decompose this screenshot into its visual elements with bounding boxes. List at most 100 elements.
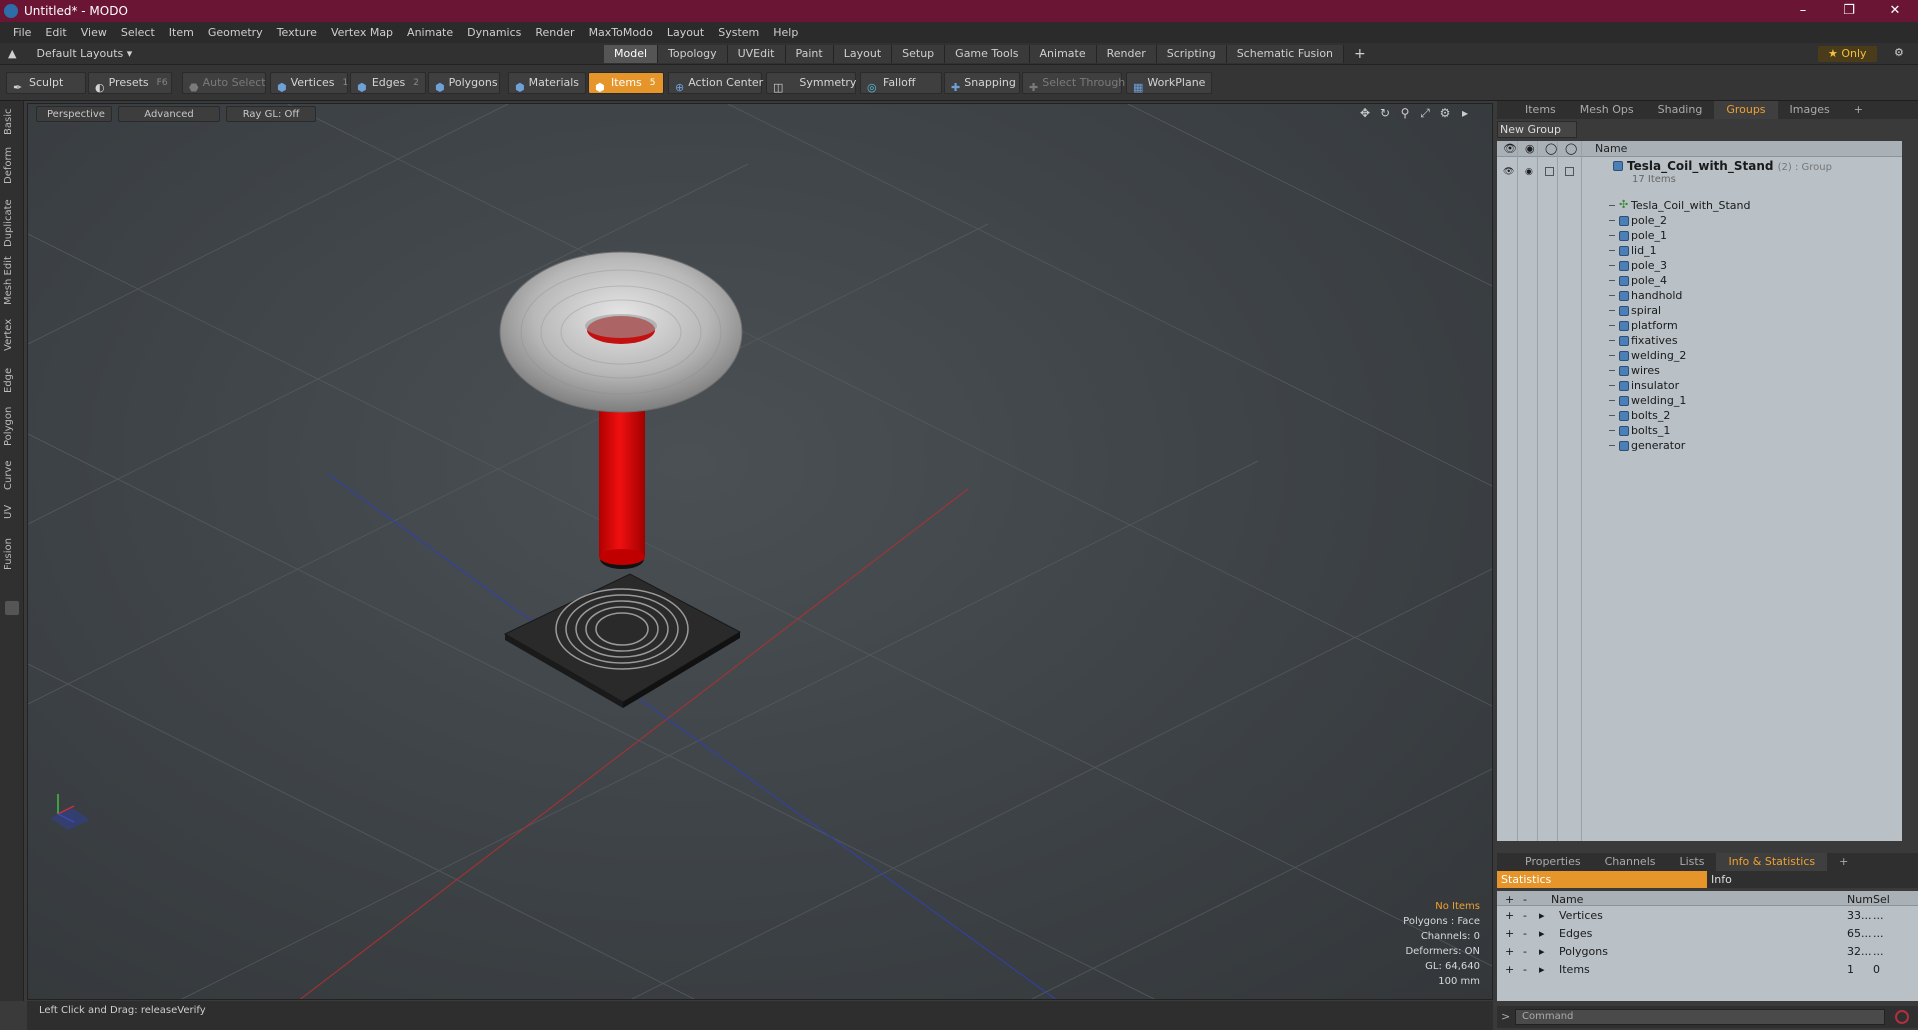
auto-select-button[interactable]: ⬣ Auto Select (182, 72, 266, 94)
stats-row-edges[interactable]: + - ▸ Edges 65... ... (1497, 925, 1918, 943)
new-group-button[interactable]: New Group (1497, 121, 1577, 138)
menu-texture[interactable]: Texture (270, 26, 324, 39)
expand-arrow-icon[interactable]: ▸ (1539, 963, 1545, 976)
lefttab-deform[interactable]: Deform (3, 145, 21, 185)
fit-icon[interactable]: ⤢ (1418, 106, 1432, 120)
menu-edit[interactable]: Edit (38, 26, 73, 39)
tab-items[interactable]: Items (1513, 101, 1568, 119)
group-visibility-icon[interactable]: 👁 (1503, 167, 1514, 177)
add-panel-tab-icon[interactable]: + (1842, 101, 1875, 119)
tab-topology[interactable]: Topology (658, 45, 728, 63)
minimize-icon[interactable]: – (1780, 0, 1826, 22)
select-through-button[interactable]: ✚ Select Through (1022, 72, 1125, 94)
expand-arrow-icon[interactable]: ▸ (1539, 945, 1545, 958)
lefttab-edge[interactable]: Edge (3, 363, 21, 397)
lefttab-duplicate[interactable]: Duplicate (3, 197, 21, 249)
symmetry-button[interactable]: ◫ Symmetry (766, 72, 856, 94)
tab-layout[interactable]: Layout (833, 45, 893, 63)
menu-vertex-map[interactable]: Vertex Map (324, 26, 400, 39)
lefttab-toggle-button[interactable] (5, 601, 19, 615)
expand-arrow-icon[interactable]: ▸ (1539, 927, 1545, 940)
group-render-icon[interactable]: ◉ (1525, 167, 1533, 177)
tab-game-tools[interactable]: Game Tools (945, 45, 1030, 63)
lefttab-vertex[interactable]: Vertex (3, 315, 21, 355)
tab-images[interactable]: Images (1778, 101, 1842, 119)
presets-button[interactable]: ◐ Presets F6 (88, 72, 172, 94)
add-bottom-tab-icon[interactable]: + (1827, 853, 1860, 871)
only-toggle[interactable]: ★ Only (1818, 46, 1877, 62)
edges-button[interactable]: ⬢ Edges 2 (350, 72, 426, 94)
rotate-icon[interactable]: ↻ (1378, 106, 1392, 120)
layout-selector[interactable]: ▲ Default Layouts ▾ (8, 46, 132, 62)
tab-groups[interactable]: Groups (1714, 101, 1778, 119)
menu-system[interactable]: System (711, 26, 766, 39)
lefttab-mesh-edit[interactable]: Mesh Edit (3, 255, 21, 307)
viewport-settings-icon[interactable]: ⚙ (1438, 106, 1452, 120)
tab-channels[interactable]: Channels (1593, 853, 1668, 871)
tree-col-name[interactable]: Name (1595, 142, 1627, 155)
menu-geometry[interactable]: Geometry (201, 26, 270, 39)
stats-row-items[interactable]: + - ▸ Items 1 0 (1497, 961, 1918, 979)
viewport-shading-dropdown[interactable]: Advanced (118, 106, 220, 122)
polygons-button[interactable]: ⬢ Polygons (428, 72, 500, 94)
menu-dynamics[interactable]: Dynamics (460, 26, 528, 39)
pan-icon[interactable]: ✥ (1358, 106, 1372, 120)
tab-uvedit[interactable]: UVEdit (727, 45, 786, 63)
workplane-button[interactable]: ▦ WorkPlane (1126, 72, 1212, 94)
menu-layout[interactable]: Layout (660, 26, 711, 39)
tab-mesh-ops[interactable]: Mesh Ops (1568, 101, 1646, 119)
menu-item[interactable]: Item (162, 26, 201, 39)
menu-render[interactable]: Render (528, 26, 581, 39)
group-lock-icon[interactable] (1545, 167, 1554, 176)
group-select-icon[interactable] (1565, 167, 1574, 176)
tab-paint[interactable]: Paint (785, 45, 834, 63)
viewport-raygl-toggle[interactable]: Ray GL: Off (226, 106, 316, 122)
snapping-button[interactable]: ✚ Snapping (944, 72, 1020, 94)
stats-row-polygons[interactable]: + - ▸ Polygons 32... ... (1497, 943, 1918, 961)
action-center-button[interactable]: ⊕ Action Center (668, 72, 763, 94)
menu-maxtomodo[interactable]: MaxToModo (582, 26, 660, 39)
command-record-icon[interactable] (1895, 1010, 1909, 1024)
statistics-tab[interactable]: Statistics (1497, 871, 1707, 888)
tab-schematic-fusion[interactable]: Schematic Fusion (1226, 45, 1345, 63)
vertices-button[interactable]: ⬢ Vertices 1 (270, 72, 348, 94)
tab-lists[interactable]: Lists (1668, 853, 1717, 871)
menu-help[interactable]: Help (766, 26, 805, 39)
menu-select[interactable]: Select (114, 26, 162, 39)
viewport-view-dropdown[interactable]: Perspective (36, 106, 112, 122)
lefttab-uv[interactable]: UV (3, 501, 21, 523)
tab-model[interactable]: Model (604, 45, 659, 63)
tree-item-row[interactable]: generator (1497, 437, 1902, 455)
lefttab-polygon[interactable]: Polygon (3, 403, 21, 449)
add-tab-icon[interactable]: + (1344, 45, 1376, 63)
menu-animate[interactable]: Animate (400, 26, 460, 39)
tab-render[interactable]: Render (1096, 45, 1157, 63)
expand-all-icon[interactable]: + (1505, 893, 1514, 906)
zoom-icon[interactable]: ⚲ (1398, 106, 1412, 120)
stats-row-vertices[interactable]: + - ▸ Vertices 33... ... (1497, 907, 1918, 925)
items-button[interactable]: ⬢ Items 5 (588, 72, 664, 94)
materials-button[interactable]: ⬢ Materials (508, 72, 586, 94)
lefttab-basic[interactable]: Basic (3, 105, 21, 139)
collapse-all-icon[interactable]: - (1523, 893, 1527, 906)
command-input[interactable]: Command (1515, 1009, 1885, 1025)
lefttab-fusion[interactable]: Fusion (3, 533, 21, 575)
menu-view[interactable]: View (74, 26, 114, 39)
expand-arrow-icon[interactable]: ▸ (1539, 909, 1545, 922)
3d-viewport[interactable]: Perspective Advanced Ray GL: Off ✥ ↻ ⚲ ⤢… (27, 103, 1493, 1000)
close-icon[interactable]: ✕ (1872, 0, 1918, 22)
tab-setup[interactable]: Setup (892, 45, 946, 63)
tab-scripting[interactable]: Scripting (1156, 45, 1227, 63)
gear-icon[interactable]: ⚙ (1894, 46, 1904, 59)
sculpt-button[interactable]: ✒ Sculpt (6, 72, 86, 94)
restore-icon[interactable]: ❐ (1826, 0, 1872, 22)
tab-properties[interactable]: Properties (1513, 853, 1593, 871)
viewport-menu-arrow-icon[interactable]: ▸ (1458, 106, 1472, 120)
tab-animate[interactable]: Animate (1029, 45, 1097, 63)
info-tab[interactable]: Info (1711, 871, 1732, 888)
group-row[interactable]: 👁 ◉ Tesla_Coil_with_Stand (2) : Group 17… (1497, 157, 1902, 187)
menu-file[interactable]: File (6, 26, 38, 39)
falloff-button[interactable]: ◎ Falloff (860, 72, 942, 94)
tab-info-statistics[interactable]: Info & Statistics (1716, 853, 1828, 871)
tab-shading[interactable]: Shading (1646, 101, 1715, 119)
